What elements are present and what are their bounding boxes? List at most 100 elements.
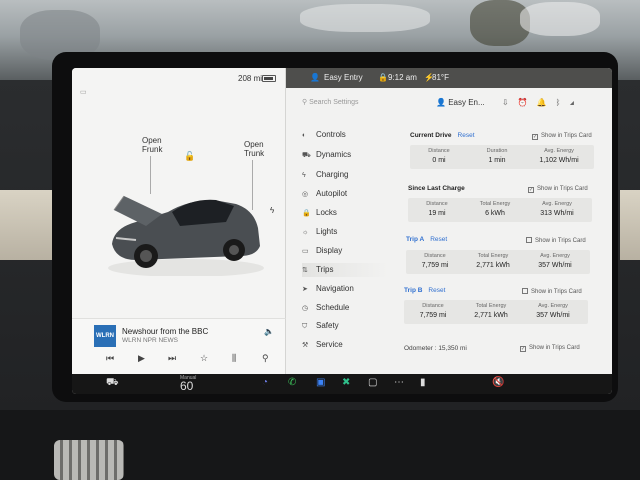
mute-icon[interactable]: 🔇 xyxy=(492,377,504,388)
checkbox-icon: ✓ xyxy=(528,187,534,193)
car-pane: ▭ 208 mi Open Frunk 🔓 Open Trunk ϟ xyxy=(72,68,286,318)
toggle-icon: ◐ xyxy=(302,132,307,139)
speedometer-icon[interactable]: ◔ xyxy=(262,377,268,388)
menu-autopilot[interactable]: ◎ Autopilot xyxy=(302,187,388,201)
station-logo: WLRN xyxy=(94,325,116,347)
taskbar: ⛟ Manual 60 ◔ ✆ ▣ ✖ ▢ ⋯ ▮ 🔇 xyxy=(72,374,612,394)
menu-display[interactable]: ▭ Display xyxy=(302,244,388,258)
next-icon[interactable]: ⏭ xyxy=(168,353,176,364)
media-player: WLRN Newshour from the BBC WLRN NPR NEWS… xyxy=(72,318,286,374)
stat-header: Total Energy xyxy=(475,303,507,309)
profile-icon[interactable]: 👤 xyxy=(310,73,320,82)
bell-icon[interactable]: 🔔 xyxy=(537,98,556,107)
stat-value: 357 Wh/mi xyxy=(536,312,570,319)
current-drive-show-checkbox[interactable]: ✓ Show in Trips Card xyxy=(532,133,592,140)
bluetooth-app-icon[interactable]: ▣ xyxy=(316,377,325,388)
open-trunk-button[interactable]: Open Trunk xyxy=(244,140,264,158)
bulb-icon: ☼ xyxy=(302,229,309,236)
search-icon[interactable]: ⚲ xyxy=(262,353,269,364)
stat-header: Duration xyxy=(486,148,508,154)
stat-value: 2,771 kWh xyxy=(476,262,510,269)
previous-icon[interactable]: ⏮ xyxy=(106,353,114,364)
driver-profile-icon: 👤 xyxy=(436,98,446,107)
menu-item-label: Display xyxy=(316,246,343,255)
favorite-icon[interactable]: ☆ xyxy=(200,353,208,364)
more-apps-icon[interactable]: ⋯ xyxy=(394,377,404,388)
menu-schedule[interactable]: ◷ Schedule xyxy=(302,301,388,315)
clock-icon: ◷ xyxy=(302,305,309,312)
trip-b-title: Trip B Reset xyxy=(404,287,445,294)
settings-shortcut-icon[interactable]: ▭ xyxy=(80,88,87,97)
driver-profile-button[interactable]: 👤 Easy En... xyxy=(436,98,485,107)
stat-header: Avg. Energy xyxy=(544,148,574,154)
play-icon[interactable]: ▶ xyxy=(138,353,145,364)
current-drive-reset-link[interactable]: Reset xyxy=(458,132,475,139)
menu-item-label: Controls xyxy=(316,130,346,139)
equalizer-icon[interactable]: ⫼ xyxy=(232,353,236,364)
menu-service[interactable]: ⚒ Service xyxy=(302,338,388,352)
trip-b-reset-link[interactable]: Reset xyxy=(428,287,445,294)
settings-panel: ⚲ Search Settings 👤 Easy En... ⇩⏰🔔ᛒ◢ ◐ Co… xyxy=(286,88,612,374)
open-frunk-button[interactable]: Open Frunk xyxy=(142,136,162,154)
phone-icon[interactable]: ✆ xyxy=(288,377,296,388)
lock-icon: 🔒 xyxy=(302,210,311,217)
stat-header: Avg. Energy xyxy=(538,303,568,309)
menu-lights[interactable]: ☼ Lights xyxy=(302,225,388,239)
odometer-show-checkbox[interactable]: ✓ Show in Trips Card xyxy=(520,345,580,352)
trip-a-label: Trip A xyxy=(406,236,425,243)
bluetooth-icon[interactable]: ᛒ xyxy=(556,98,570,107)
unlock-icon[interactable]: 🔓 xyxy=(184,152,195,161)
app-icon[interactable]: ▢ xyxy=(368,377,377,388)
battery-icon xyxy=(262,75,276,82)
trip-b-card: Distance Total Energy Avg. Energy 7,759 … xyxy=(404,300,588,324)
charge-port-icon[interactable]: ϟ xyxy=(270,206,274,215)
climate-temp[interactable]: 60 xyxy=(180,379,193,393)
speaker-icon[interactable]: 🔈 xyxy=(264,327,274,336)
stat-header: Distance xyxy=(428,148,450,154)
checkbox-label: Show in Trips Card xyxy=(541,133,592,139)
odometer-readout: Odometer : 15,350 mi xyxy=(404,345,467,352)
alarm-icon[interactable]: ⏰ xyxy=(518,98,537,107)
search-settings-input[interactable]: ⚲ Search Settings xyxy=(302,98,359,106)
display-icon: ▭ xyxy=(302,248,309,255)
stat-value: 6 kWh xyxy=(485,210,505,217)
shield-icon: ⛉ xyxy=(302,323,308,330)
bolt-icon: ϟ xyxy=(302,172,306,179)
dash-trim-right xyxy=(620,190,640,260)
trip-a-reset-link[interactable]: Reset xyxy=(430,236,447,243)
stat-header: Distance xyxy=(424,253,446,259)
menu-item-label: Locks xyxy=(316,208,337,217)
menu-trips[interactable]: ⇅ Trips xyxy=(302,263,388,277)
trip-a-card: Distance Total Energy Avg. Energy 7,759 … xyxy=(406,250,590,274)
status-profile[interactable]: Easy Entry xyxy=(324,73,363,82)
car-controls-icon[interactable]: ⛟ xyxy=(106,377,119,390)
since-charge-card: Distance Total Energy Avg. Energy 19 mi … xyxy=(408,198,592,222)
menu-controls[interactable]: ◐ Controls xyxy=(302,128,388,142)
stat-value: 313 Wh/mi xyxy=(540,210,574,217)
stat-header: Total Energy xyxy=(479,201,511,207)
menu-locks[interactable]: 🔒 Locks xyxy=(302,206,388,220)
search-placeholder: Search Settings xyxy=(309,99,359,106)
checkbox-label: Show in Trips Card xyxy=(537,186,588,192)
menu-navigation[interactable]: ➤ Navigation xyxy=(302,282,388,296)
menu-dynamics[interactable]: ⛟ Dynamics xyxy=(302,148,388,162)
menu-item-label: Dynamics xyxy=(316,150,352,159)
games-icon[interactable]: ✖ xyxy=(342,377,350,388)
driver-profile-name: Easy En... xyxy=(448,98,485,107)
stat-value: 19 mi xyxy=(428,210,446,217)
menu-item-label: Autopilot xyxy=(316,189,348,198)
status-bar: 👤 Easy Entry 🔒 9:12 am ⚡ 81°F xyxy=(286,68,612,88)
menu-charging[interactable]: ϟ Charging xyxy=(302,168,388,182)
trip-a-title: Trip A Reset xyxy=(406,236,447,243)
menu-safety[interactable]: ⛉ Safety xyxy=(302,319,388,333)
search-settings-icon: ⚲ xyxy=(302,99,308,106)
download-icon[interactable]: ⇩ xyxy=(502,98,518,107)
top-icons: ⇩⏰🔔ᛒ◢ xyxy=(502,98,583,107)
current-drive-title: Current Drive Reset xyxy=(410,132,475,139)
trip-b-show-checkbox[interactable]: Show in Trips Card xyxy=(522,288,582,295)
media-station: WLRN NPR NEWS xyxy=(122,337,178,344)
toybox-icon[interactable]: ▮ xyxy=(420,377,426,388)
trip-a-show-checkbox[interactable]: Show in Trips Card xyxy=(526,237,586,244)
lock-status-icon[interactable]: 🔒 xyxy=(378,73,388,82)
since-charge-show-checkbox[interactable]: ✓ Show in Trips Card xyxy=(528,186,588,193)
